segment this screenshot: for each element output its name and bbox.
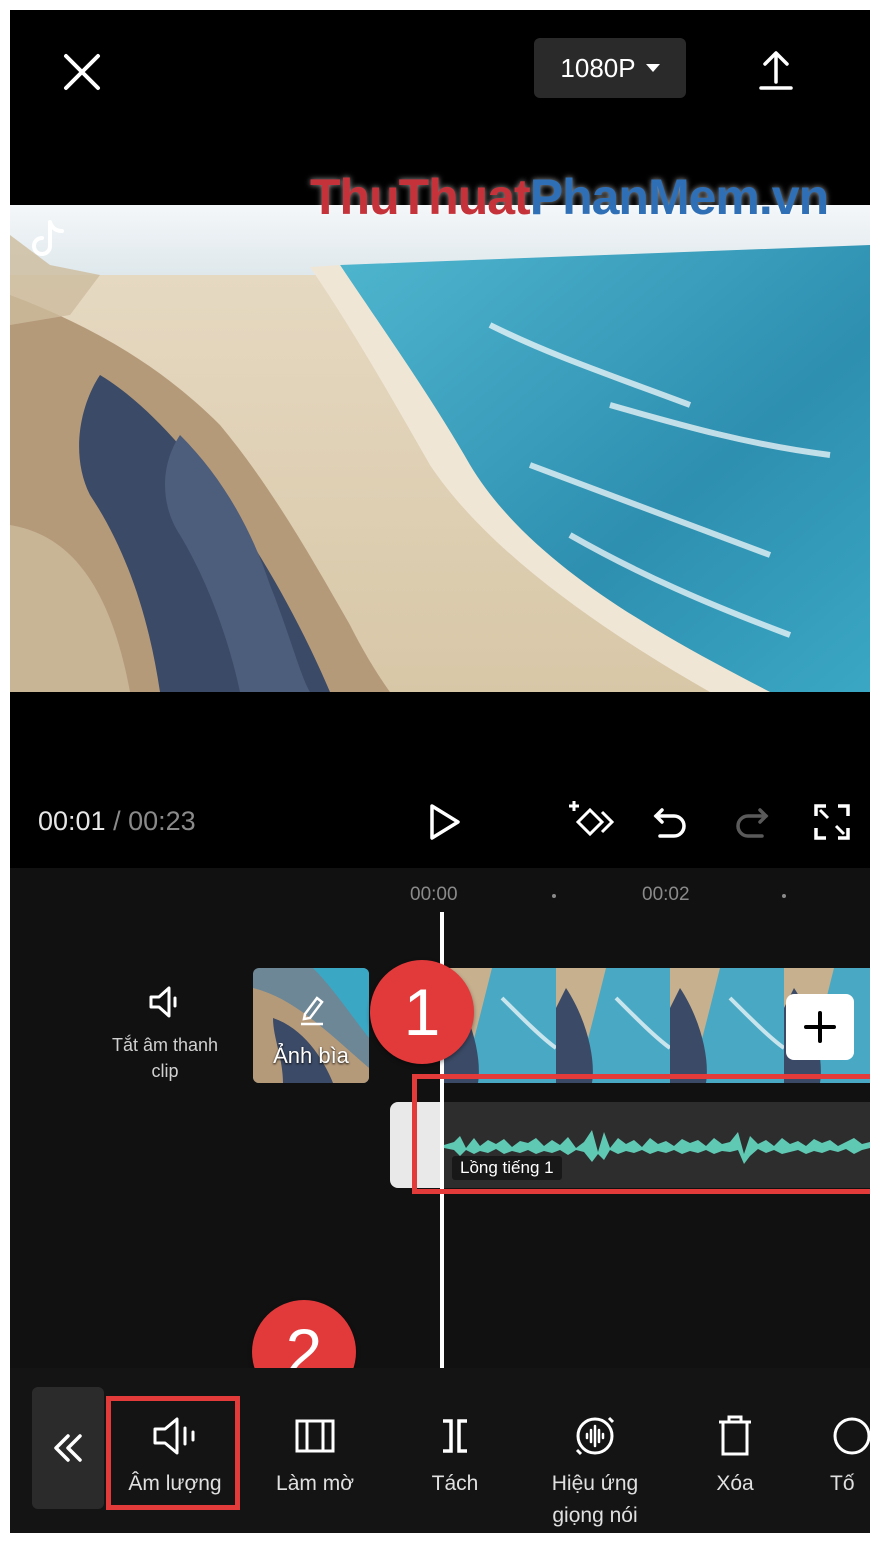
trash-icon xyxy=(719,1415,751,1456)
collapse-toolbar-button[interactable] xyxy=(32,1387,104,1509)
edit-icon xyxy=(301,996,324,1026)
tool-split-label: Tách xyxy=(431,1472,479,1495)
step-badge-1: 1 xyxy=(370,960,474,1064)
tool-delete[interactable]: Xóa xyxy=(670,1412,800,1500)
close-button[interactable] xyxy=(54,44,110,100)
resolution-dropdown[interactable]: 1080P xyxy=(534,38,686,98)
tool-speed-label: Tố xyxy=(830,1472,855,1495)
export-button[interactable] xyxy=(746,40,806,100)
mute-clip-button[interactable]: Tắt âm thanh clip xyxy=(110,982,220,1084)
site-watermark: ThuThuatPhanMem.vn xyxy=(310,169,829,225)
redo-button[interactable] xyxy=(728,798,776,846)
highlight-volume-tool xyxy=(106,1396,240,1510)
keyframe-icon xyxy=(569,801,614,837)
split-icon xyxy=(443,1419,467,1453)
resolution-label: 1080P xyxy=(560,52,636,83)
cover-label: Ảnh bìa xyxy=(273,1043,349,1068)
fullscreen-button[interactable] xyxy=(808,798,856,846)
video-preview[interactable] xyxy=(10,205,870,692)
ruler-dot xyxy=(782,894,786,898)
double-chevron-left-icon xyxy=(54,1434,82,1462)
ruler-mark-0: 00:00 xyxy=(410,884,458,905)
undo-icon xyxy=(653,808,686,838)
total-time: 00:23 xyxy=(128,806,196,836)
current-time: 00:01 xyxy=(38,806,106,836)
plus-icon xyxy=(804,1011,836,1043)
tool-fade[interactable]: Làm mờ xyxy=(250,1412,380,1500)
play-icon xyxy=(430,804,460,840)
fullscreen-icon xyxy=(814,804,850,840)
speaker-icon xyxy=(149,986,177,1018)
chevron-down-icon xyxy=(645,64,660,72)
tool-speed[interactable]: Tố xyxy=(800,1412,870,1500)
play-button[interactable] xyxy=(420,798,468,846)
export-icon xyxy=(759,51,793,90)
tool-split[interactable]: Tách xyxy=(390,1412,520,1500)
highlight-audio-track xyxy=(412,1074,870,1194)
mute-clip-label: Tắt âm thanh clip xyxy=(111,1035,219,1081)
keyframe-button[interactable] xyxy=(566,798,614,846)
close-icon xyxy=(64,54,100,90)
tool-delete-label: Xóa xyxy=(716,1472,754,1495)
tool-voice-effect-label: Hiệu ứng giọng nói xyxy=(551,1472,639,1527)
redo-icon xyxy=(736,808,769,838)
playback-time: 00:01 / 00:23 xyxy=(38,806,196,836)
voice-effect-icon xyxy=(575,1416,615,1456)
speed-icon xyxy=(833,1417,870,1455)
cover-button[interactable]: Ảnh bìa xyxy=(253,968,369,1083)
tool-fade-label: Làm mờ xyxy=(276,1472,354,1495)
tiktok-logo xyxy=(26,216,70,266)
undo-button[interactable] xyxy=(646,798,694,846)
ruler-dot xyxy=(552,894,556,898)
clip-thumbnail xyxy=(670,968,784,1083)
editor-screen: 1080P ThuThuatPhanMem.vn 00:01 / 00:23 0… xyxy=(10,10,870,1533)
beach-aerial-image xyxy=(10,205,870,692)
fade-icon xyxy=(295,1419,335,1453)
ruler-mark-1: 00:02 xyxy=(642,884,690,905)
tool-voice-effect[interactable]: Hiệu ứng giọng nói xyxy=(530,1412,660,1532)
clip-thumbnail xyxy=(556,968,670,1083)
add-clip-button[interactable] xyxy=(786,994,854,1060)
